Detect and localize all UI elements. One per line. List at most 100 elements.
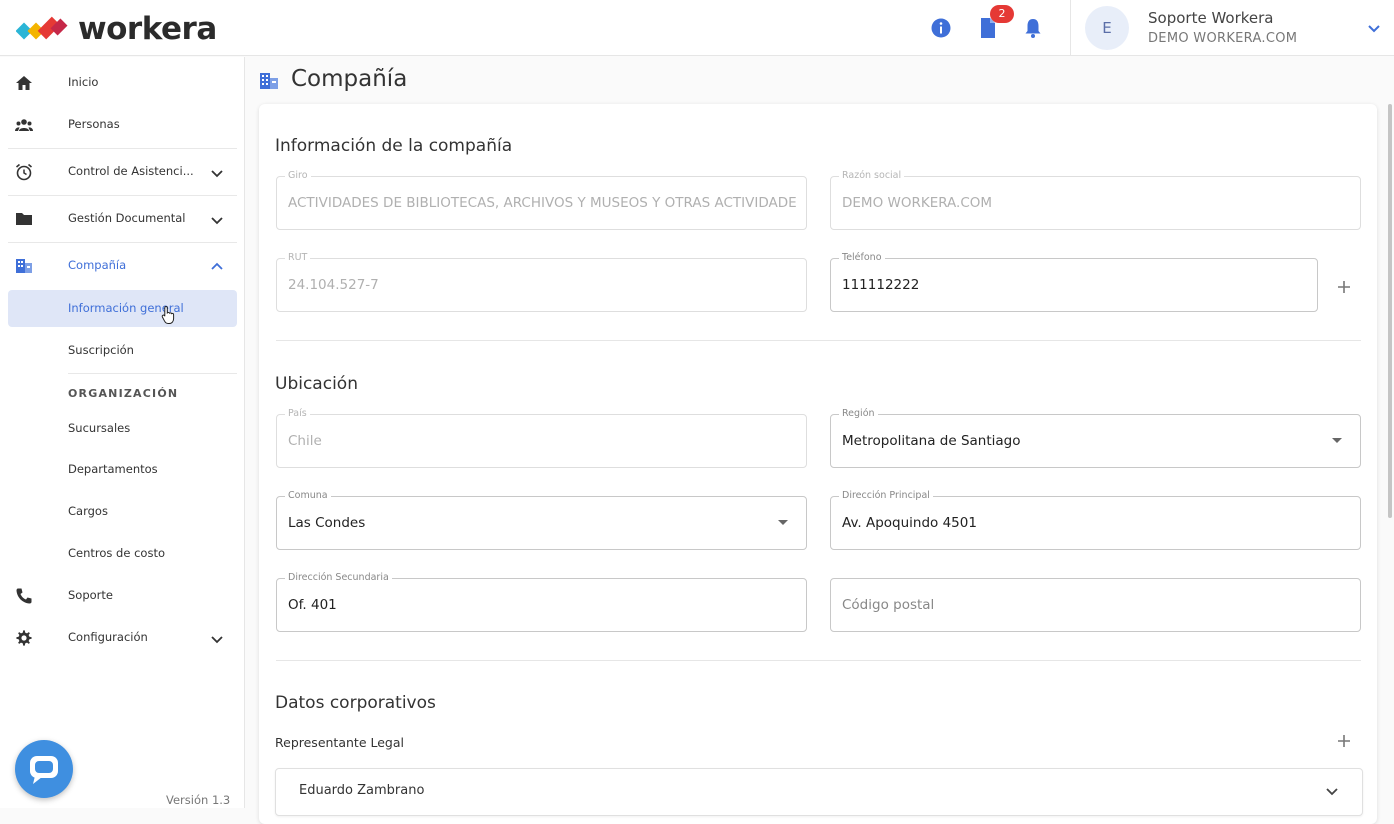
alarm-clock-icon (15, 163, 33, 181)
representative-name: Eduardo Zambrano (299, 783, 425, 798)
giro-field: Giro ACTIVIDADES DE BIBLIOTECAS, ARCHIVO… (276, 170, 807, 230)
info-icon[interactable] (930, 17, 952, 39)
pais-field: País Chile (276, 408, 807, 468)
notifications-badge: 2 (990, 5, 1014, 23)
sidebar-item-label: Personas (68, 117, 120, 131)
folder-icon (16, 213, 32, 225)
section-title-company-info: Información de la compañía (275, 136, 513, 156)
legal-representative-label: Representante Legal (275, 735, 404, 750)
logo-mark-icon (16, 16, 68, 40)
top-header: workera 2 E Soporte Workera DEMO WORKERA… (0, 0, 1394, 56)
user-menu[interactable]: E Soporte Workera DEMO WORKERA.COM (1070, 0, 1394, 56)
sidebar-item-control-asistencia[interactable]: Control de Asistenci... (0, 152, 245, 192)
sidebar-item-personas[interactable]: Personas (0, 105, 245, 145)
chat-button[interactable] (15, 740, 73, 798)
home-icon (16, 76, 32, 90)
sidebar-subitem-suscripcion[interactable]: Suscripción (0, 331, 245, 371)
sidebar-item-label: Cargos (68, 504, 108, 518)
dropdown-arrow-icon[interactable] (778, 520, 788, 525)
chevron-up-icon (211, 262, 223, 270)
divider (276, 660, 1361, 661)
chevron-down-icon[interactable] (1366, 20, 1382, 36)
chevron-down-icon[interactable] (1324, 783, 1340, 799)
divider (8, 242, 237, 243)
legal-representative-row[interactable]: Eduardo Zambrano (275, 768, 1363, 816)
sidebar-item-label: Gestión Documental (68, 211, 186, 225)
scrollbar-thumb[interactable] (1388, 104, 1392, 518)
bell-icon[interactable] (1022, 17, 1044, 39)
telefono-field[interactable]: Teléfono 111112222 (830, 252, 1318, 312)
sidebar-item-label: Inicio (68, 75, 99, 89)
divider (8, 148, 237, 149)
region-value: Metropolitana de Santiago (842, 433, 1021, 449)
sidebar-item-soporte[interactable]: Soporte (0, 576, 245, 616)
pais-label: País (285, 408, 310, 419)
sidebar-item-label: Soporte (68, 588, 113, 602)
razon-social-label: Razón social (839, 170, 905, 181)
pais-value: Chile (288, 433, 322, 449)
codigo-postal-field[interactable]: Código postal (830, 578, 1361, 632)
chevron-down-icon (211, 217, 223, 225)
sidebar-item-label: Control de Asistenci... (68, 164, 194, 178)
sidebar: Inicio Personas Control de Asistenci... … (0, 57, 245, 808)
section-title-corporate: Datos corporativos (275, 693, 436, 713)
sidebar-item-gestion-documental[interactable]: Gestión Documental (0, 199, 245, 239)
section-title-location: Ubicación (275, 374, 358, 394)
user-name: Soporte Workera (1148, 9, 1274, 27)
chevron-down-icon (211, 636, 223, 644)
razon-social-value: DEMO WORKERA.COM (842, 195, 993, 211)
region-label: Región (839, 408, 878, 419)
comuna-select[interactable]: Comuna Las Condes (276, 490, 807, 550)
sidebar-subitem-centros-costo[interactable]: Centros de costo (0, 534, 245, 574)
sidebar-item-configuracion[interactable]: Configuración (0, 618, 245, 658)
sidebar-item-label: Centros de costo (68, 546, 165, 560)
sidebar-subitem-departamentos[interactable]: Departamentos (0, 450, 245, 490)
sidebar-item-label: Configuración (68, 630, 148, 644)
people-icon (15, 119, 33, 131)
divider (68, 373, 237, 374)
direccion-principal-label: Dirección Principal (839, 490, 933, 501)
codigo-postal-placeholder[interactable]: Código postal (842, 597, 934, 613)
comuna-value: Las Condes (288, 515, 366, 531)
gear-icon (16, 630, 32, 646)
chat-bubble-icon (30, 756, 58, 784)
sidebar-item-inicio[interactable]: Inicio (0, 63, 245, 103)
sidebar-subitem-cargos[interactable]: Cargos (0, 492, 245, 532)
telefono-value[interactable]: 111112222 (842, 277, 1307, 293)
add-representative-plus-icon[interactable] (1336, 733, 1352, 749)
direccion-principal-field[interactable]: Dirección Principal Av. Apoquindo 4501 (830, 490, 1361, 550)
razon-social-field: Razón social DEMO WORKERA.COM (830, 170, 1361, 230)
user-org: DEMO WORKERA.COM (1148, 31, 1298, 46)
direccion-principal-value[interactable]: Av. Apoquindo 4501 (842, 515, 1350, 531)
direccion-secundaria-field[interactable]: Dirección Secundaria Of. 401 (276, 572, 807, 632)
sidebar-subitem-sucursales[interactable]: Sucursales (0, 409, 245, 449)
direccion-secundaria-value[interactable]: Of. 401 (288, 597, 796, 613)
divider (276, 340, 1361, 341)
sidebar-subitem-informacion-general[interactable]: Información general (0, 289, 245, 329)
divider (8, 195, 237, 196)
page-title: Compañía (291, 66, 408, 92)
giro-value: ACTIVIDADES DE BIBLIOTECAS, ARCHIVOS Y M… (288, 195, 796, 211)
dropdown-arrow-icon[interactable] (1332, 438, 1342, 443)
sidebar-item-compania[interactable]: Compañía (0, 246, 245, 286)
sidebar-item-label: Compañía (68, 258, 127, 272)
workera-logo[interactable]: workera (16, 11, 217, 47)
rut-value: 24.104.527-7 (288, 277, 379, 293)
sidebar-item-label: Suscripción (68, 343, 134, 357)
organization-section-header: ORGANIZACIÓN (68, 387, 179, 400)
telefono-label: Teléfono (839, 252, 885, 263)
direccion-secundaria-label: Dirección Secundaria (285, 572, 392, 583)
region-select[interactable]: Región Metropolitana de Santiago (830, 408, 1361, 468)
add-phone-plus-icon[interactable] (1336, 279, 1352, 295)
version-label: Versión 1.3 (166, 793, 231, 807)
sidebar-item-label: Departamentos (68, 462, 158, 476)
logo-text: workera (78, 11, 217, 47)
rut-label: RUT (285, 252, 311, 263)
sidebar-item-label: Sucursales (68, 421, 131, 435)
hand-pointer-icon (161, 305, 175, 324)
rut-field: RUT 24.104.527-7 (276, 252, 807, 312)
chevron-down-icon (211, 170, 223, 178)
avatar: E (1085, 6, 1129, 50)
building-icon (260, 73, 278, 89)
phone-icon (16, 588, 32, 604)
